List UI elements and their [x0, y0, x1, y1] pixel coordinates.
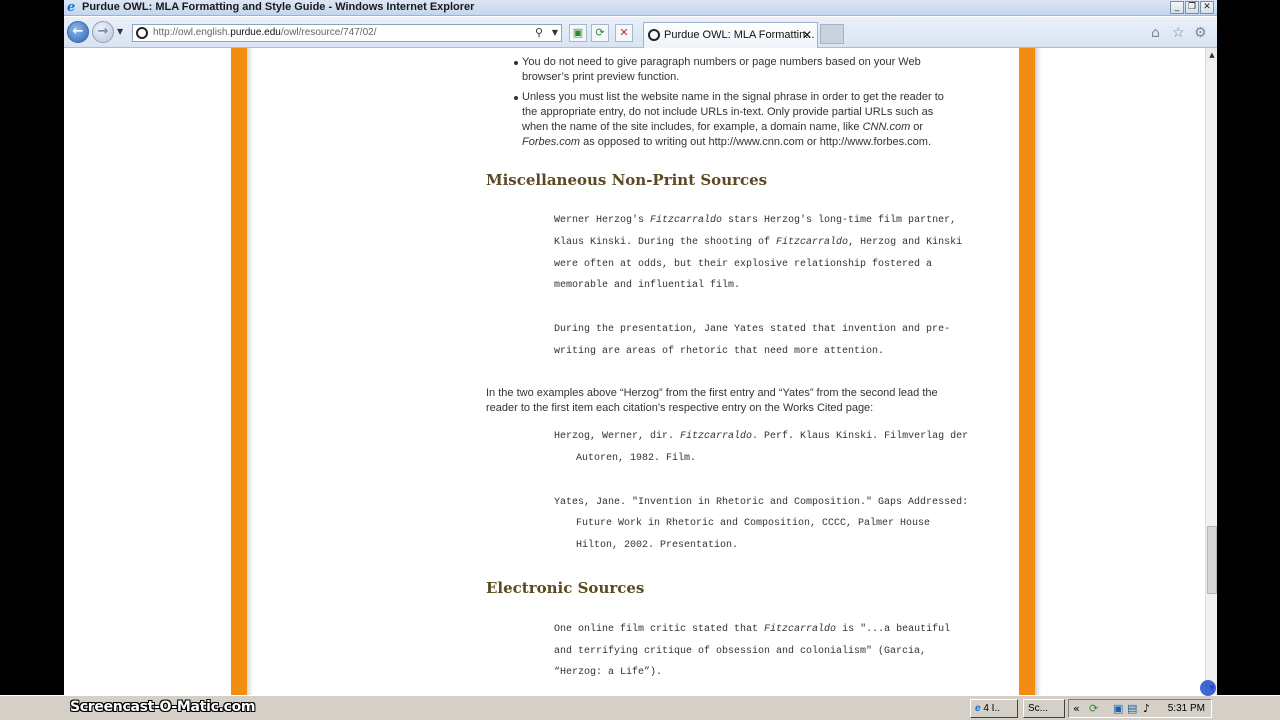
tray-expand-chevron-icon[interactable]: « [1073, 702, 1080, 715]
border-shadow-left [247, 48, 253, 695]
example1-line1: Werner Herzog's Fitzcarraldo stars Herzo… [554, 215, 957, 226]
taskbar: Screencast-O-Matic.com e 4 I.. Sc... « ⟳… [0, 695, 1280, 720]
example1-line4: memorable and influential film. [554, 280, 741, 291]
works-cited-entry2-line2: Future Work in Rhetoric and Composition,… [576, 518, 931, 529]
window-title: Purdue OWL: MLA Formatting and Style Gui… [82, 1, 475, 13]
tab-purdue-owl[interactable]: Purdue OWL: MLA Formattin... ✕ [643, 22, 818, 48]
scroll-thumb[interactable] [1207, 526, 1217, 594]
example3-line3: “Herzog: a Life”). [554, 667, 663, 678]
forward-button[interactable]: → [92, 21, 114, 43]
tools-gear-icon[interactable]: ⚙ [1194, 25, 1207, 41]
explanation-line2: reader to the first item each citation’s… [486, 402, 874, 414]
tray-volume-icon[interactable]: ♪ [1143, 702, 1150, 715]
screencast-watermark: Screencast-O-Matic.com [70, 699, 256, 715]
works-cited-entry2-line1: Yates, Jane. "Invention in Rhetoric and … [554, 497, 969, 508]
page-viewport: You do not need to give paragraph number… [64, 48, 1205, 695]
works-cited-entry1-line1: Herzog, Werner, dir. Fitzcarraldo. Perf.… [554, 431, 969, 442]
bullet1-text-line2: browser’s print preview function. [522, 71, 680, 83]
site-favicon-icon [136, 27, 148, 39]
example2-line2: writing are areas of rhetoric that need … [554, 346, 885, 357]
works-cited-entry2-line3: Hilton, 2002. Presentation. [576, 540, 739, 551]
bullet-marker [514, 61, 518, 65]
example3-line2: and terrifying critique of obsession and… [554, 646, 927, 657]
vertical-scrollbar[interactable]: ▲ ▼ [1205, 48, 1217, 695]
page-border-left [231, 48, 247, 695]
browser-window: e Purdue OWL: MLA Formatting and Style G… [64, 0, 1217, 720]
title-bar: e Purdue OWL: MLA Formatting and Style G… [64, 0, 1217, 16]
works-cited-entry1-line2: Autoren, 1982. Film. [576, 453, 697, 464]
refresh-icon[interactable]: ⟳ [591, 24, 609, 42]
compatibility-view-icon[interactable]: ▣ [569, 24, 587, 42]
example2-line1: During the presentation, Jane Yates stat… [554, 324, 951, 335]
tab-label: Purdue OWL: MLA Formattin... [664, 29, 815, 41]
taskbar-clock: 5:31 PM [1167, 703, 1205, 714]
tray-network-icon[interactable]: ▤ [1127, 702, 1137, 715]
taskbar-screencast-button[interactable]: Sc... [1023, 699, 1065, 718]
tab-close-icon[interactable]: ✕ [802, 28, 812, 42]
tray-app-icon[interactable]: ▣ [1113, 702, 1123, 715]
bullet2-text-line2: the appropriate entry, do not include UR… [522, 106, 934, 118]
minimize-button[interactable]: _ [1170, 1, 1184, 14]
back-button[interactable]: ← [67, 21, 89, 43]
scroll-up-arrow-icon[interactable]: ▲ [1206, 48, 1217, 62]
taskbar-ie-button[interactable]: e 4 I.. [970, 699, 1018, 718]
close-window-button[interactable]: ✕ [1200, 1, 1214, 14]
explanation-line1: In the two examples above “Herzog” from … [486, 387, 938, 399]
tray-update-icon[interactable]: ⟳ [1089, 702, 1098, 715]
favorites-star-icon[interactable]: ☆ [1172, 25, 1185, 41]
address-dropdown-icon[interactable]: ▼ [552, 28, 558, 37]
tab-favicon-icon [648, 29, 660, 41]
home-icon[interactable]: ⌂ [1151, 25, 1160, 41]
ie-logo-icon: e [67, 0, 76, 15]
bullet2-text-line1: Unless you must list the website name in… [522, 91, 944, 103]
bullet1-text-line1: You do not need to give paragraph number… [522, 56, 921, 68]
heading-miscellaneous-non-print-sources: Miscellaneous Non-Print Sources [486, 171, 768, 189]
search-icon[interactable]: ⚲ [535, 26, 543, 39]
navigation-bar: ← → ▼ http://owl.english.purdue.edu/owl/… [64, 17, 1217, 48]
bullet2-text-line3: when the name of the site includes, for … [522, 121, 924, 133]
page-border-right [1019, 48, 1035, 695]
example1-line3: were often at odds, but their explosive … [554, 259, 933, 270]
heading-electronic-sources: Electronic Sources [486, 579, 645, 597]
url-text: http://owl.english.purdue.edu/owl/resour… [153, 27, 377, 38]
new-tab-button[interactable] [820, 24, 844, 44]
example3-line1: One online film critic stated that Fitzc… [554, 624, 951, 635]
recent-pages-dropdown-icon[interactable]: ▼ [117, 27, 123, 36]
ie-taskbar-icon: e [975, 703, 981, 714]
system-tray: « ⟳ ▣ ▤ ♪ 5:31 PM [1068, 699, 1212, 718]
restore-button[interactable]: ❐ [1185, 1, 1199, 14]
bullet-marker [514, 96, 518, 100]
bullet2-text-line4: Forbes.com as opposed to writing out htt… [522, 136, 932, 148]
mouse-cursor-indicator [1200, 680, 1216, 696]
example1-line2: Klaus Kinski. During the shooting of Fit… [554, 237, 963, 248]
address-bar[interactable]: http://owl.english.purdue.edu/owl/resour… [132, 24, 562, 42]
stop-icon[interactable]: ✕ [615, 24, 633, 42]
border-shadow-right [1035, 48, 1041, 695]
